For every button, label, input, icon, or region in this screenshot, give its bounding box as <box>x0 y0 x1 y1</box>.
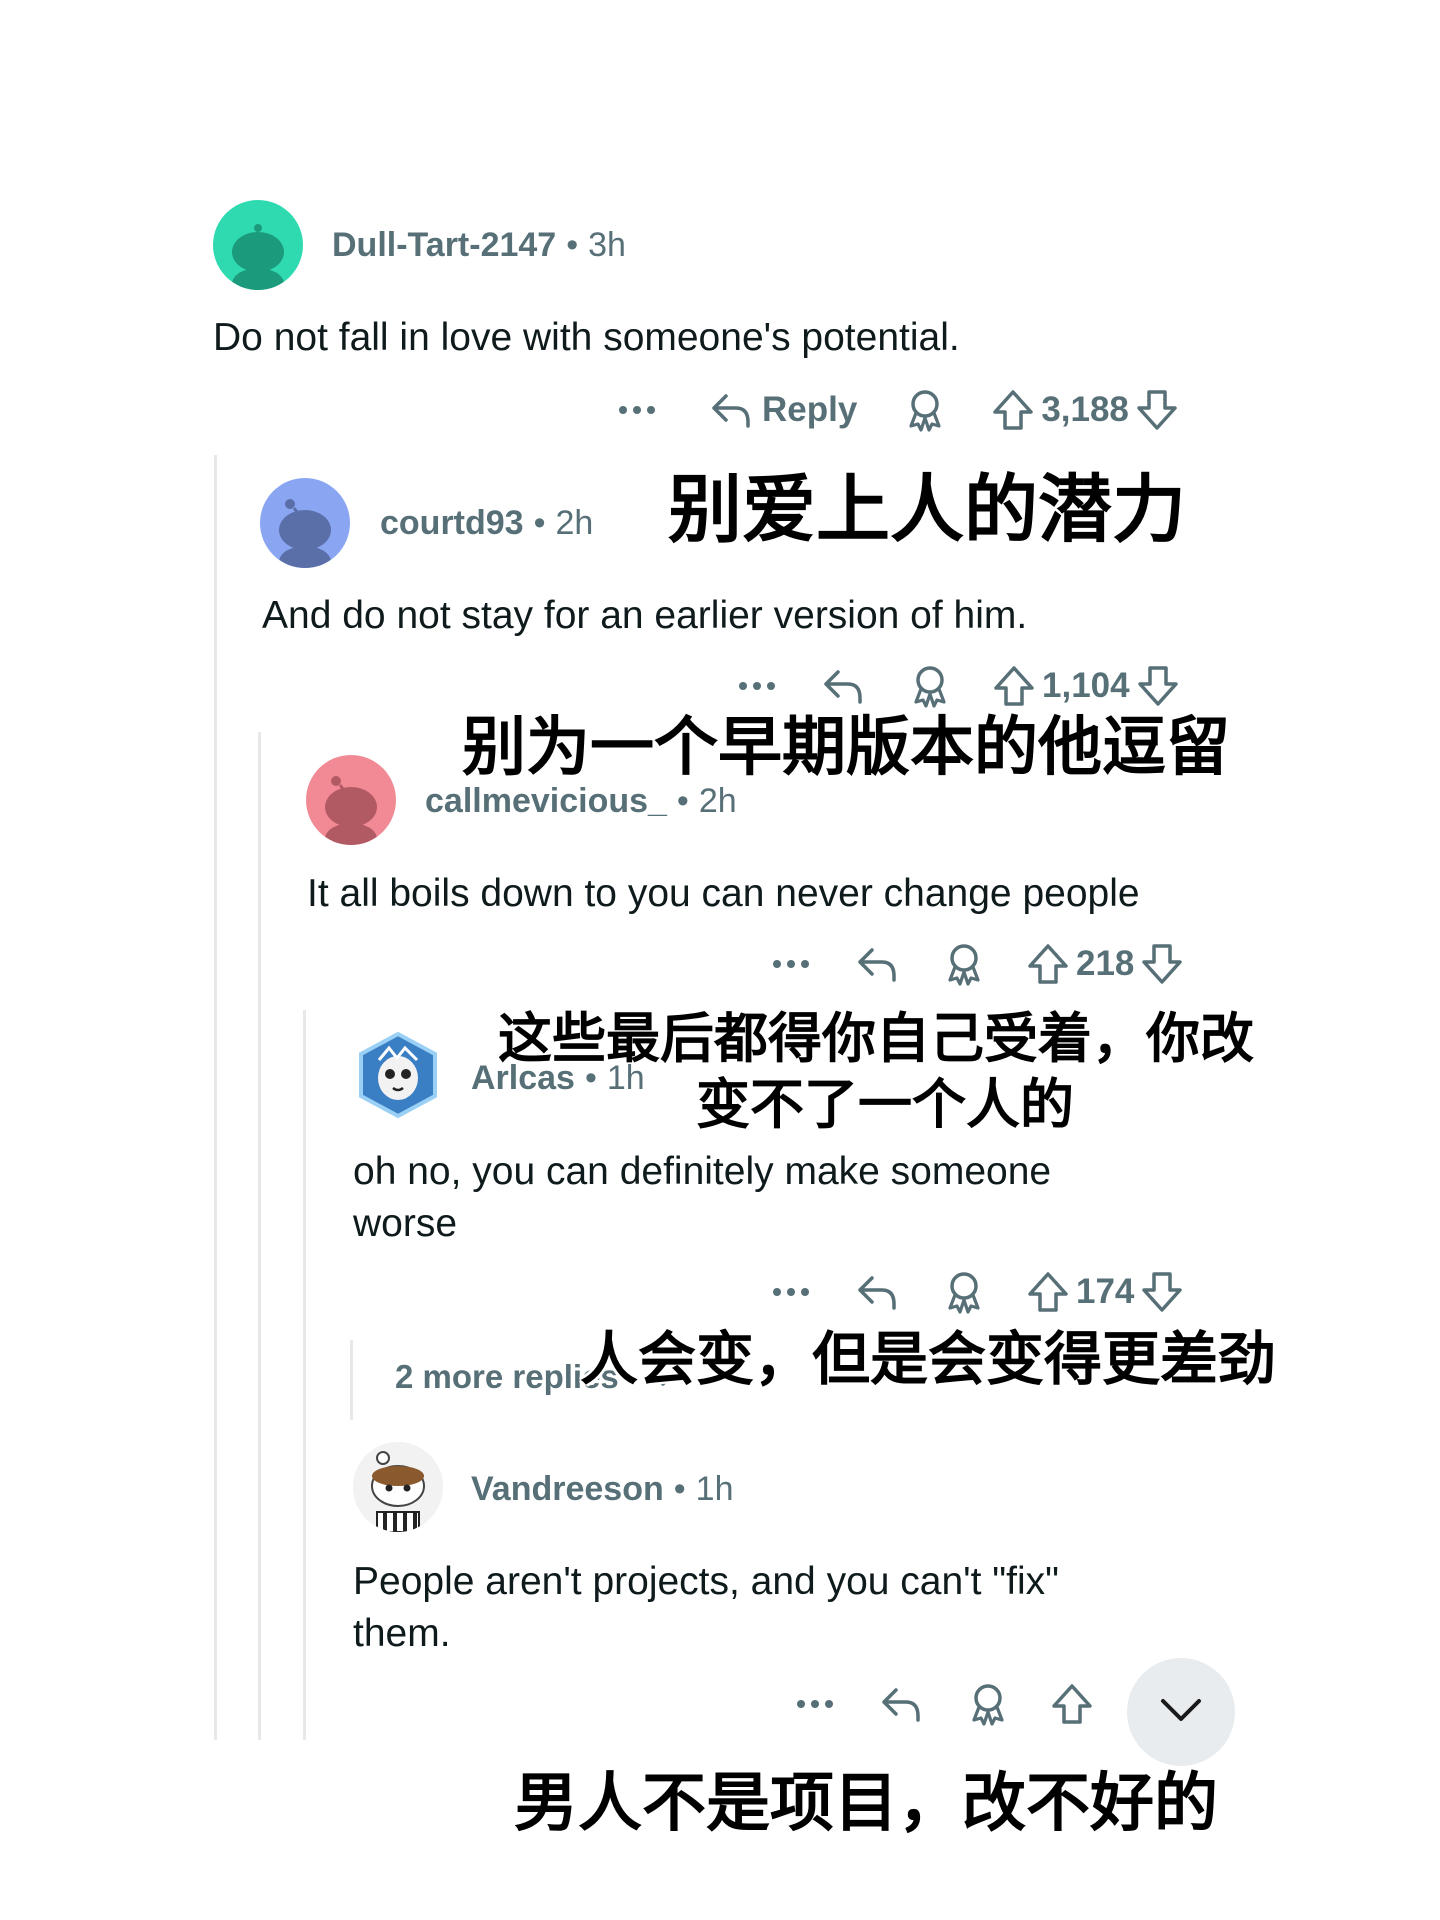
translation-caption: 人会变，但是会变得更差劲 <box>580 1325 1277 1393</box>
thread-line-level1[interactable] <box>214 455 217 1740</box>
thread-line-level2[interactable] <box>258 732 261 1740</box>
award-icon[interactable] <box>944 942 984 986</box>
translation-caption: 别爱上人的潜力 <box>668 467 1186 553</box>
reply-icon[interactable] <box>856 944 900 984</box>
more-options-icon[interactable] <box>732 680 782 692</box>
upvote-icon[interactable] <box>1050 1682 1094 1726</box>
chevron-down-icon <box>1157 1695 1205 1730</box>
timestamp: 1h <box>695 1470 734 1508</box>
separator-dot: • <box>533 504 546 542</box>
comment-meta: callmevicious_ • 2h <box>425 781 737 821</box>
reply-label: Reply <box>762 390 858 429</box>
award-icon[interactable] <box>968 1682 1008 1726</box>
username[interactable]: Dull-Tart-2147 <box>332 226 556 264</box>
reply-button[interactable]: Reply <box>710 390 857 430</box>
comment-body-continued: worse <box>353 1202 458 1245</box>
separator-dot: • <box>676 782 689 820</box>
comment-actions: 218 <box>766 936 1184 992</box>
translation-caption: 别为一个早期版本的他逗留 <box>462 711 1230 785</box>
reply-icon[interactable] <box>856 1272 900 1312</box>
comment-actions <box>790 1676 1094 1732</box>
downvote-icon[interactable] <box>1140 1270 1184 1314</box>
translation-caption: 变不了一个人的 <box>696 1073 1074 1136</box>
separator-dot: • <box>673 1470 686 1508</box>
thread-line-level4[interactable] <box>350 1340 353 1420</box>
comment-body: oh no, you can definitely make someone <box>353 1150 1052 1193</box>
more-options-icon[interactable] <box>766 1286 816 1298</box>
comment-meta: Dull-Tart-2147 • 3h <box>332 225 626 265</box>
comment-meta: Vandreeson • 1h <box>471 1469 733 1509</box>
reply-icon <box>710 390 754 430</box>
username[interactable]: Vandreeson <box>471 1470 664 1508</box>
downvote-icon[interactable] <box>1140 942 1184 986</box>
separator-dot: • <box>584 1059 597 1097</box>
more-options-icon[interactable] <box>790 1698 840 1710</box>
upvote-icon[interactable] <box>1026 1270 1070 1314</box>
comment-meta: Arlcas • 1h <box>471 1058 645 1098</box>
comment-body: It all boils down to you can never chang… <box>307 872 1140 915</box>
separator-dot: • <box>566 226 579 264</box>
comment-body: People aren't projects, and you can't "f… <box>353 1560 1059 1603</box>
upvote-icon[interactable] <box>991 388 1035 432</box>
comment-body-continued: them. <box>353 1612 451 1655</box>
comment-actions: Reply 3,188 <box>612 382 1179 438</box>
upvote-icon[interactable] <box>1026 942 1070 986</box>
timestamp: 2h <box>555 504 594 542</box>
avatar[interactable] <box>353 1030 443 1120</box>
reply-icon[interactable] <box>880 1684 924 1724</box>
more-options-icon[interactable] <box>612 404 662 416</box>
username[interactable]: callmevicious_ <box>425 782 667 820</box>
award-icon[interactable] <box>944 1270 984 1314</box>
comment-meta: courtd93 • 2h <box>380 503 593 543</box>
avatar[interactable] <box>213 200 303 290</box>
thread-line-level3[interactable] <box>303 1010 306 1740</box>
downvote-icon[interactable] <box>1135 388 1179 432</box>
avatar[interactable] <box>306 755 396 845</box>
timestamp: 1h <box>606 1059 645 1097</box>
timestamp: 2h <box>698 782 737 820</box>
award-icon[interactable] <box>905 388 945 432</box>
username[interactable]: courtd93 <box>380 504 524 542</box>
avatar[interactable] <box>353 1442 443 1532</box>
vote-score: 218 <box>1076 944 1135 983</box>
comment-body: Do not fall in love with someone's poten… <box>213 316 960 359</box>
avatar[interactable] <box>260 478 350 568</box>
comment-body: And do not stay for an earlier version o… <box>262 594 1028 637</box>
vote-score: 3,188 <box>1041 390 1129 429</box>
scroll-down-button[interactable] <box>1127 1658 1235 1766</box>
username[interactable]: Arlcas <box>471 1059 575 1097</box>
timestamp: 3h <box>588 226 626 264</box>
vote-score: 174 <box>1076 1272 1135 1311</box>
more-options-icon[interactable] <box>766 958 816 970</box>
translation-caption: 男人不是项目，改不好的 <box>514 1767 1218 1841</box>
